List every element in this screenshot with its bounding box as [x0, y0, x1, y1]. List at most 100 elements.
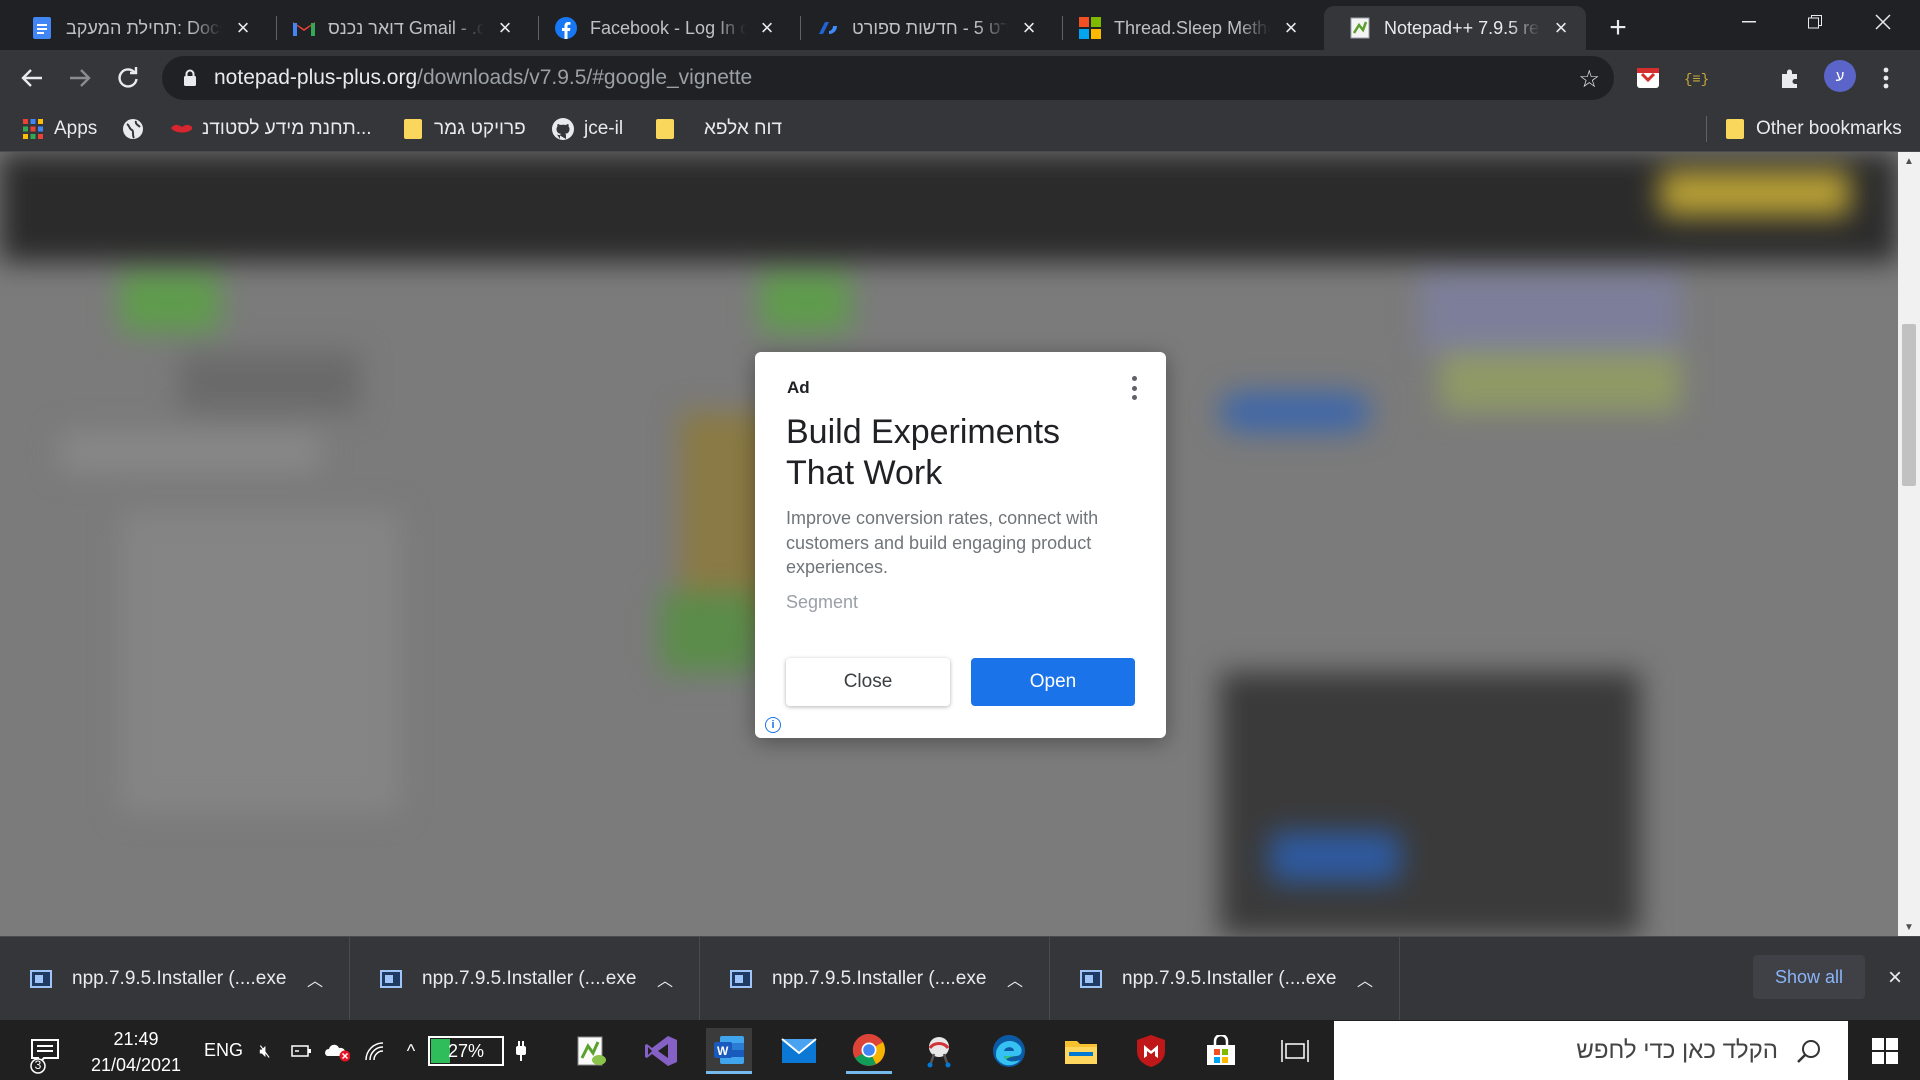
close-tab-icon[interactable]: × [756, 15, 778, 40]
installer-file-icon [30, 970, 52, 988]
tab-title: Facebook - Log In or Sign Up [590, 17, 746, 38]
restore-button[interactable] [1782, 0, 1848, 44]
ad-headline: Build Experiments That Work [786, 413, 1061, 492]
tab-thread-sleep[interactable]: Thread.Sleep Method × [1054, 6, 1316, 50]
close-tab-icon[interactable]: × [494, 15, 516, 40]
reload-button[interactable] [110, 60, 146, 96]
show-hidden-icons-chevron-icon[interactable]: ^ [398, 1038, 424, 1064]
tab-notepad-active[interactable]: Notepad++ 7.9.5 release × [1324, 6, 1586, 50]
bookmark-jce-il[interactable]: jce-il [552, 116, 623, 142]
word-icon: W [714, 1035, 744, 1064]
new-tab-button[interactable]: + [1600, 10, 1636, 46]
scroll-up-arrow-icon[interactable]: ▲ [1898, 152, 1920, 170]
onedrive-error-icon[interactable] [324, 1038, 350, 1064]
download-filename: npp.7.9.5.Installer (....exe [772, 968, 987, 989]
ad-advertiser[interactable]: Segment [786, 592, 858, 613]
visual-studio-icon [645, 1036, 677, 1066]
taskbar-edge[interactable] [986, 1028, 1032, 1074]
wifi-icon[interactable] [362, 1038, 388, 1064]
close-tab-icon[interactable]: × [1280, 15, 1302, 40]
bookmark-star-icon[interactable]: ☆ [1578, 65, 1600, 94]
github-icon [552, 118, 574, 140]
chrome-icon [852, 1033, 885, 1066]
taskbar-microsoft-store[interactable] [1198, 1028, 1244, 1074]
taskbar-file-explorer[interactable] [1058, 1028, 1104, 1074]
bookmarks-bar: Apps תחנת מידע לסטודנ... פרויקט גמר jce-… [0, 106, 1920, 152]
tab-sport5[interactable]: ספורט 5 - חדשות ספורט × [792, 6, 1054, 50]
ad-options-icon[interactable] [1127, 374, 1141, 402]
show-all-downloads-button[interactable]: Show all [1753, 955, 1865, 999]
bookmark-folder-final-project[interactable]: פרויקט גמר [402, 116, 526, 142]
folder-icon [402, 118, 424, 140]
taskbar-chrome[interactable] [846, 1028, 892, 1074]
clock[interactable]: 21:49 21/04/2021 [86, 1026, 186, 1078]
close-tab-icon[interactable]: × [1550, 15, 1572, 40]
close-window-button[interactable] [1850, 0, 1916, 44]
close-download-shelf-icon[interactable]: × [1880, 963, 1910, 993]
tab-title: ספורט 5 - חדשות ספורט [852, 17, 1008, 38]
tab-title: דואר נכנס Gmail - .com [328, 17, 484, 38]
close-tab-icon[interactable]: × [232, 15, 254, 40]
mail-icon [781, 1038, 817, 1063]
minimize-button[interactable] [1716, 0, 1782, 44]
ad-info-icon[interactable]: i [765, 717, 781, 733]
download-item[interactable]: npp.7.9.5.Installer (....exe ︿ [700, 937, 1050, 1021]
page-scrollbar[interactable]: ▲ ▼ [1898, 152, 1920, 936]
taskbar-mail[interactable] [776, 1028, 822, 1074]
charging-plug-icon[interactable] [508, 1038, 534, 1064]
snip-sketch-icon [927, 1037, 951, 1068]
download-item[interactable]: npp.7.9.5.Installer (....exe ︿ [1050, 937, 1400, 1021]
power-plugged-icon[interactable] [288, 1038, 314, 1064]
bookmark-label: jce-il [584, 118, 624, 139]
taskbar-mcafee[interactable] [1128, 1028, 1174, 1074]
bookmark-folder-alpha-report[interactable]: דוח אלפא [654, 116, 782, 142]
back-button[interactable] [14, 60, 50, 96]
taskbar-task-view[interactable] [1272, 1028, 1318, 1074]
extension-pocket-icon[interactable] [1634, 64, 1662, 92]
forward-arrow-icon [70, 69, 91, 87]
bookmarks-divider [1706, 116, 1707, 142]
chevron-up-icon[interactable]: ︿ [1353, 967, 1377, 991]
chevron-up-icon[interactable]: ︿ [1003, 967, 1027, 991]
other-bookmarks[interactable]: Other bookmarks [1724, 116, 1902, 142]
download-item[interactable]: npp.7.9.5.Installer (....exe ︿ [350, 937, 700, 1021]
ad-close-button[interactable]: Close [786, 658, 950, 706]
taskbar-snip-sketch[interactable] [916, 1028, 962, 1074]
profile-avatar[interactable]: ע [1824, 60, 1856, 92]
input-language[interactable]: ENG [204, 1040, 243, 1061]
action-center-button[interactable]: 3 [28, 1036, 66, 1074]
tab-gmail[interactable]: דואר נכנס Gmail - .com × [268, 6, 530, 50]
svg-text:{≡}: {≡} [1684, 72, 1709, 88]
scrollbar-thumb[interactable] [1902, 324, 1916, 486]
bookmark-globe[interactable] [122, 116, 154, 142]
bookmark-student-info[interactable]: תחנת מידע לסטודנ... [170, 116, 372, 142]
address-bar[interactable]: notepad-plus-plus.org/downloads/v7.9.5/#… [162, 56, 1614, 100]
download-shelf: npp.7.9.5.Installer (....exe ︿ npp.7.9.5… [0, 936, 1920, 1021]
ad-open-button[interactable]: Open [971, 658, 1135, 706]
chrome-menu-icon[interactable] [1872, 64, 1900, 92]
tab-docs[interactable]: תחילת המעקב: Docs × [6, 6, 268, 50]
taskbar-visual-studio[interactable] [638, 1028, 684, 1074]
extension-json-icon[interactable]: {≡} [1682, 64, 1710, 92]
close-tab-icon[interactable]: × [1018, 15, 1040, 40]
battery-indicator[interactable]: 27% [428, 1036, 504, 1066]
back-arrow-icon [21, 69, 42, 87]
volume-muted-icon[interactable]: 🔇︎ [252, 1038, 278, 1064]
tab-facebook[interactable]: Facebook - Log In or Sign Up × [530, 6, 792, 50]
taskbar-notepadpp[interactable] [568, 1028, 614, 1074]
docs-icon [30, 16, 54, 40]
windows-start-button[interactable] [1872, 1038, 1898, 1064]
scroll-down-arrow-icon[interactable]: ▼ [1898, 918, 1920, 936]
bookmark-apps[interactable]: Apps [22, 116, 97, 142]
download-item[interactable]: npp.7.9.5.Installer (....exe ︿ [0, 937, 350, 1021]
gmail-icon [292, 16, 316, 40]
other-bookmarks-label: Other bookmarks [1756, 118, 1902, 139]
chevron-up-icon[interactable]: ︿ [303, 967, 327, 991]
folder-icon [654, 118, 676, 140]
taskbar-word[interactable]: W [706, 1028, 752, 1074]
forward-button[interactable] [62, 60, 98, 96]
taskbar-search-box[interactable]: הקלד כאן כדי לחפש [1334, 1021, 1848, 1080]
url-domain: notepad-plus-plus.org [214, 66, 418, 89]
extensions-puzzle-icon[interactable] [1776, 64, 1804, 92]
chevron-up-icon[interactable]: ︿ [653, 967, 677, 991]
